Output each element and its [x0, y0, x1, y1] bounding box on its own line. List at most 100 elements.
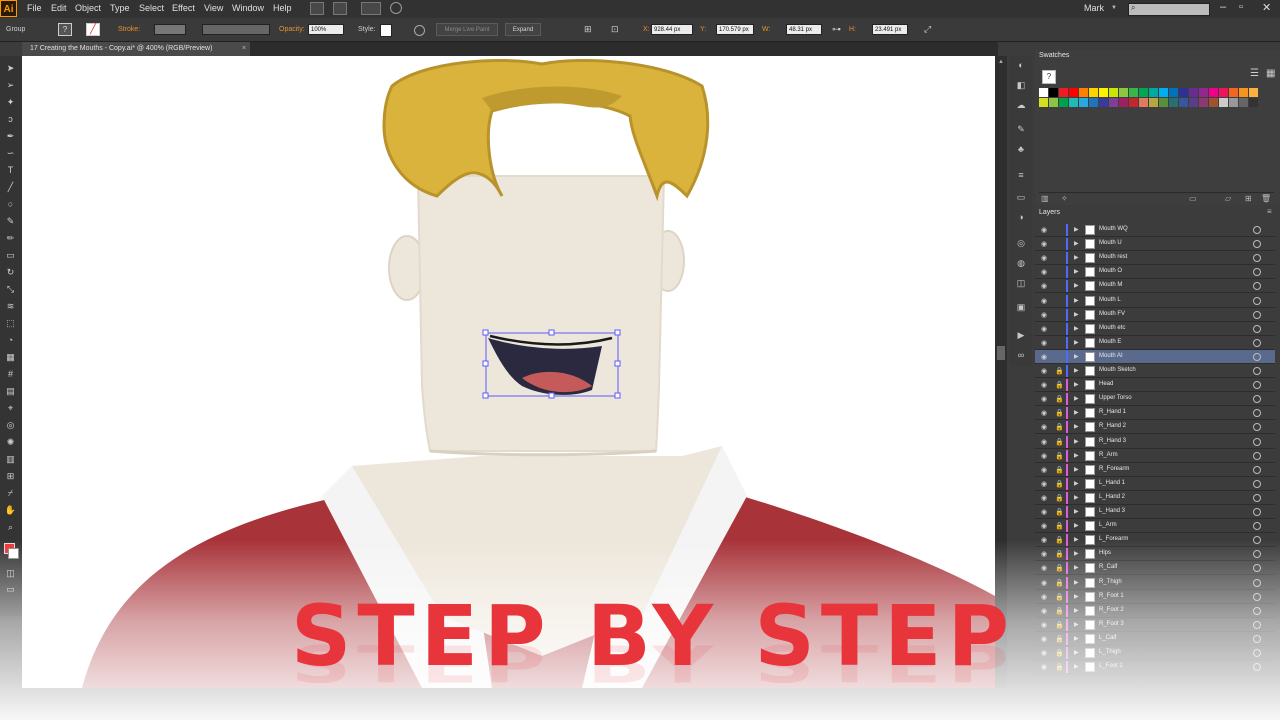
symbols-icon[interactable]: ♣	[1015, 144, 1027, 154]
swatch-chip[interactable]	[1139, 88, 1148, 97]
swatch-chip[interactable]	[1179, 88, 1188, 97]
swatch-chip[interactable]	[1159, 98, 1168, 107]
lock-icon[interactable]: 🔒	[1055, 409, 1064, 417]
swatch-chip[interactable]	[1089, 88, 1098, 97]
w-field[interactable]: 48.31 px	[786, 24, 822, 35]
h-field[interactable]: 23.491 px	[872, 24, 908, 35]
target-circle-icon[interactable]	[1253, 409, 1261, 418]
recolor-artwork-icon[interactable]	[414, 25, 425, 36]
gradient-panel-icon[interactable]: ▭	[1015, 192, 1027, 202]
swatch-chip[interactable]	[1069, 98, 1078, 107]
paintbrush-tool-icon[interactable]: ✎	[4, 216, 17, 227]
maximize-icon[interactable]: ▫	[1239, 1, 1243, 13]
new-folder-icon[interactable]: ▱	[1225, 194, 1231, 203]
layer-name[interactable]: R_Arm	[1099, 452, 1118, 458]
expand-arrow-icon[interactable]: ▶	[1074, 240, 1079, 247]
slice-tool-icon[interactable]: ⌿	[4, 488, 17, 499]
layer-name[interactable]: R_Hand 3	[1099, 438, 1126, 444]
swatch-chip[interactable]	[1059, 98, 1068, 107]
swatch-chip[interactable]	[1159, 88, 1168, 97]
search-input[interactable]	[1128, 3, 1210, 16]
layer-row[interactable]: ◉ 🔒 ▶ L_Hand 2	[1035, 491, 1275, 505]
swatch-chip[interactable]	[1199, 98, 1208, 107]
visibility-eye-icon[interactable]: ◉	[1041, 395, 1047, 403]
menu-view[interactable]: View	[204, 3, 223, 13]
layer-row[interactable]: ◉ 🔒 ▶ L_Hand 3	[1035, 505, 1275, 519]
expand-arrow-icon[interactable]: ▶	[1074, 311, 1079, 318]
layer-name[interactable]: Upper Torso	[1099, 395, 1132, 401]
swatch-chip[interactable]	[1139, 98, 1148, 107]
swatch-chip[interactable]	[1199, 88, 1208, 97]
ellipse-tool-icon[interactable]: ○	[4, 199, 17, 210]
visibility-eye-icon[interactable]: ◉	[1041, 268, 1047, 276]
menu-type[interactable]: Type	[110, 3, 130, 13]
swatch-chip[interactable]	[1089, 98, 1098, 107]
visibility-eye-icon[interactable]: ◉	[1041, 339, 1047, 347]
warp-tool-icon[interactable]: ≋	[4, 301, 17, 312]
menu-object[interactable]: Object	[75, 3, 101, 13]
opacity-label[interactable]: Opacity:	[279, 26, 305, 33]
mesh-tool-icon[interactable]: #	[4, 369, 17, 380]
color-panel-icon[interactable]: ◐	[1015, 60, 1027, 70]
visibility-eye-icon[interactable]: ◉	[1041, 367, 1047, 375]
layer-row[interactable]: ◉ 🔒 ▶ L_Arm	[1035, 519, 1275, 534]
layer-row[interactable]: ◉ 🔒 ▶ Head	[1035, 378, 1275, 393]
layer-name[interactable]: Mouth etc	[1099, 325, 1125, 331]
expand-button[interactable]: Expand	[505, 23, 541, 36]
swatch-chip[interactable]	[1049, 98, 1058, 107]
swatch-chip[interactable]	[1229, 98, 1238, 107]
brushes-icon[interactable]: ✎	[1015, 124, 1027, 134]
magic-wand-tool-icon[interactable]: ✦	[4, 97, 17, 108]
menu-select[interactable]: Select	[139, 3, 164, 13]
swatch-chip[interactable]	[1039, 88, 1048, 97]
stroke-swatch-icon[interactable]: ╱	[86, 23, 100, 36]
close-icon[interactable]: ✕	[1262, 1, 1271, 14]
stock-icon[interactable]	[333, 2, 347, 15]
expand-arrow-icon[interactable]: ▶	[1074, 466, 1079, 473]
layer-row[interactable]: ◉ ▶ Mouth etc	[1035, 322, 1275, 336]
expand-arrow-icon[interactable]: ▶	[1074, 226, 1079, 233]
expand-arrow-icon[interactable]: ▶	[1074, 452, 1079, 459]
swatch-chip[interactable]	[1129, 98, 1138, 107]
expand-arrow-icon[interactable]: ▶	[1074, 268, 1079, 275]
layer-name[interactable]: Mouth O	[1099, 268, 1122, 274]
swatch-kind-icon[interactable]: ✧	[1061, 194, 1068, 203]
visibility-eye-icon[interactable]: ◉	[1041, 240, 1047, 248]
chevron-down-icon[interactable]: ▼	[1111, 5, 1117, 11]
layers-panel-title[interactable]: Layers	[1039, 209, 1060, 216]
target-circle-icon[interactable]	[1253, 240, 1261, 249]
target-circle-icon[interactable]	[1253, 508, 1261, 516]
layer-row[interactable]: ◉ ▶ Mouth L	[1035, 294, 1275, 308]
layer-row[interactable]: ◉ ▶ Mouth FV	[1035, 308, 1275, 322]
menu-help[interactable]: Help	[273, 3, 292, 13]
layer-row[interactable]: ◉ ▶ Mouth O	[1035, 265, 1275, 280]
visibility-eye-icon[interactable]: ◉	[1041, 353, 1047, 361]
visibility-eye-icon[interactable]: ◉	[1041, 254, 1047, 262]
layer-name[interactable]: Mouth rest	[1099, 254, 1127, 260]
expand-arrow-icon[interactable]: ▶	[1074, 438, 1079, 445]
perspective-grid-tool-icon[interactable]: ▦	[4, 352, 17, 363]
target-circle-icon[interactable]	[1253, 395, 1261, 404]
variable-width-profile[interactable]	[202, 24, 270, 35]
delete-swatch-icon[interactable]: 🗑	[1261, 194, 1271, 203]
transparency-icon[interactable]: ◑	[1015, 212, 1027, 222]
visibility-eye-icon[interactable]: ◉	[1041, 423, 1047, 431]
merge-live-paint-button[interactable]: Merge Live Paint	[436, 23, 498, 36]
layer-name[interactable]: Mouth Sketch	[1099, 367, 1136, 373]
libraries-icon[interactable]: ☁	[1015, 100, 1027, 110]
expand-arrow-icon[interactable]: ▶	[1074, 423, 1079, 430]
layer-row[interactable]: ◉ 🔒 ▶ R_Arm	[1035, 449, 1275, 463]
target-circle-icon[interactable]	[1253, 381, 1261, 390]
target-circle-icon[interactable]	[1253, 268, 1261, 277]
expand-arrow-icon[interactable]: ▶	[1074, 508, 1079, 515]
target-circle-icon[interactable]	[1253, 451, 1261, 460]
swatch-chip[interactable]	[1059, 88, 1068, 97]
grid-view-icon[interactable]: ▦	[1266, 68, 1275, 79]
line-tool-icon[interactable]: ╱	[4, 182, 17, 193]
swatch-chip[interactable]	[1129, 88, 1138, 97]
x-field[interactable]: 928.44 px	[651, 24, 693, 35]
isolate-group-icon[interactable]: ⤢	[924, 24, 931, 35]
target-circle-icon[interactable]	[1253, 226, 1261, 234]
visibility-eye-icon[interactable]: ◉	[1041, 452, 1047, 460]
swatch-chip[interactable]	[1189, 88, 1198, 97]
